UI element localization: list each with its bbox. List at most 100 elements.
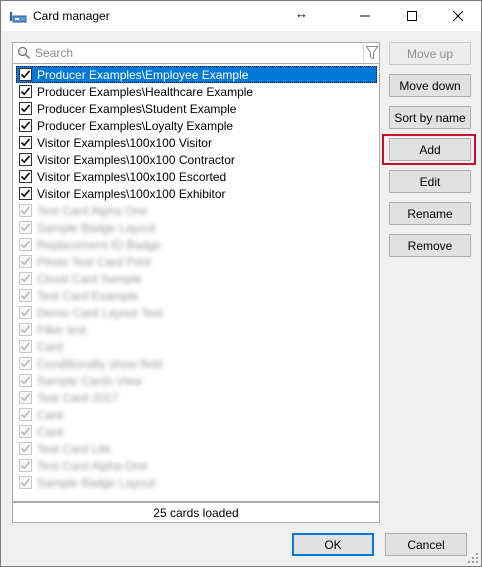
item-label-obscured: Sample Badge Layout — [37, 220, 156, 235]
list-item[interactable]: Visitor Examples\100x100 Contractor — [16, 151, 377, 168]
list-item[interactable]: Conditionally show field — [16, 355, 377, 372]
item-checkbox[interactable] — [19, 255, 32, 268]
resize-grip-icon[interactable] — [467, 552, 479, 564]
list-item[interactable]: Test Card 2017 — [16, 389, 377, 406]
item-label: Producer Examples\Loyalty Example — [37, 118, 234, 133]
ok-button[interactable]: OK — [292, 533, 374, 556]
title-bar[interactable]: Card manager ↔ — [1, 1, 481, 31]
checkmark-icon — [20, 257, 31, 266]
item-checkbox[interactable] — [19, 204, 32, 217]
item-label-obscured: Demo Card Layout Text — [37, 305, 163, 320]
list-item[interactable]: Card — [16, 406, 377, 423]
checkmark-icon — [20, 155, 31, 164]
item-checkbox[interactable] — [19, 425, 32, 438]
item-checkbox[interactable] — [19, 459, 32, 472]
list-item[interactable]: Producer Examples\Loyalty Example — [16, 117, 377, 134]
list-item[interactable]: Photo Test Card Print — [16, 253, 377, 270]
sort-by-name-button[interactable]: Sort by name — [389, 106, 471, 129]
move-down-button[interactable]: Move down — [389, 74, 471, 97]
checkmark-icon — [20, 138, 31, 147]
close-button[interactable] — [435, 1, 481, 31]
item-label-obscured: Sample Cards View — [37, 373, 143, 388]
checkmark-icon — [20, 274, 31, 283]
filter-icon — [365, 46, 378, 60]
item-checkbox[interactable] — [19, 306, 32, 319]
maximize-button[interactable] — [389, 1, 435, 31]
checkmark-icon — [20, 325, 31, 334]
item-checkbox[interactable] — [19, 408, 32, 421]
resize-cursor-icon: ↔ — [295, 6, 308, 21]
list-item[interactable]: Sample Badge Layout — [16, 219, 377, 236]
list-item[interactable]: Cloud Card Sample — [16, 270, 377, 287]
list-item[interactable]: Test Card Example — [16, 287, 377, 304]
checkmark-icon — [20, 189, 31, 198]
cancel-button[interactable]: Cancel — [385, 533, 467, 556]
item-checkbox[interactable] — [19, 357, 32, 370]
card-manager-app-icon — [10, 10, 27, 23]
search-input[interactable] — [35, 45, 355, 61]
checkmark-icon — [20, 87, 31, 96]
list-item[interactable]: Producer Examples\Student Example — [16, 100, 377, 117]
remove-button[interactable]: Remove — [389, 234, 471, 257]
item-label-obscured: Replacement ID Badge — [37, 237, 162, 252]
list-item[interactable]: Replacement ID Badge — [16, 236, 377, 253]
item-label-obscured: Card — [37, 339, 64, 354]
item-checkbox[interactable] — [19, 153, 32, 166]
minimize-button[interactable] — [342, 1, 388, 31]
checkmark-icon — [20, 393, 31, 402]
window-title: Card manager — [33, 9, 110, 23]
item-checkbox[interactable] — [19, 102, 32, 115]
card-list[interactable]: Producer Examples\Employee Example Produc… — [12, 64, 380, 502]
item-checkbox[interactable] — [19, 374, 32, 387]
item-checkbox[interactable] — [19, 289, 32, 302]
item-checkbox[interactable] — [19, 136, 32, 149]
list-item[interactable]: Sample Badge Layout — [16, 474, 377, 491]
list-item[interactable]: Visitor Examples\100x100 Exhibitor — [16, 185, 377, 202]
item-checkbox[interactable] — [19, 442, 32, 455]
list-item[interactable]: Visitor Examples\100x100 Visitor — [16, 134, 377, 151]
list-item[interactable]: Sample Cards View — [16, 372, 377, 389]
item-label: Producer Examples\Employee Example — [37, 67, 249, 82]
checkmark-icon — [20, 461, 31, 470]
item-checkbox[interactable] — [19, 238, 32, 251]
item-checkbox[interactable] — [19, 340, 32, 353]
list-item[interactable]: Producer Examples\Employee Example — [16, 66, 377, 83]
item-label-obscured: Sample Badge Layout — [37, 475, 156, 490]
list-item[interactable]: Test Card Alpha One — [16, 202, 377, 219]
item-checkbox[interactable] — [19, 476, 32, 489]
filter-button[interactable] — [363, 44, 379, 62]
checkmark-icon — [20, 291, 31, 300]
item-checkbox[interactable] — [19, 323, 32, 336]
item-checkbox[interactable] — [19, 391, 32, 404]
rename-button[interactable]: Rename — [389, 202, 471, 225]
item-label-obscured: Test Card Lite — [37, 441, 112, 456]
edit-button[interactable]: Edit — [389, 170, 471, 193]
item-checkbox[interactable] — [19, 170, 32, 183]
search-box — [12, 42, 380, 64]
item-checkbox[interactable] — [19, 272, 32, 285]
list-item[interactable]: Demo Card Layout Text — [16, 304, 377, 321]
item-checkbox[interactable] — [19, 221, 32, 234]
list-item[interactable]: Card — [16, 423, 377, 440]
item-checkbox[interactable] — [19, 68, 32, 81]
list-item[interactable]: Producer Examples\Healthcare Example — [16, 83, 377, 100]
list-item[interactable]: Visitor Examples\100x100 Escorted — [16, 168, 377, 185]
item-label-obscured: Conditionally show field — [37, 356, 163, 371]
move-up-button[interactable]: Move up — [389, 42, 471, 65]
checkmark-icon — [20, 342, 31, 351]
item-label-obscured: Cloud Card Sample — [37, 271, 142, 286]
list-item[interactable]: Test Card Lite — [16, 440, 377, 457]
checkmark-icon — [20, 410, 31, 419]
list-item[interactable]: Test Card Alpha One — [16, 457, 377, 474]
checkmark-icon — [20, 308, 31, 317]
item-label-obscured: Card — [37, 424, 64, 439]
checkmark-icon — [20, 478, 31, 487]
add-button[interactable]: Add — [389, 138, 471, 161]
item-checkbox[interactable] — [19, 85, 32, 98]
item-checkbox[interactable] — [19, 187, 32, 200]
checkmark-icon — [20, 427, 31, 436]
list-item[interactable]: Filter test — [16, 321, 377, 338]
list-item[interactable]: Card — [16, 338, 377, 355]
minimize-icon — [360, 15, 370, 17]
item-checkbox[interactable] — [19, 119, 32, 132]
